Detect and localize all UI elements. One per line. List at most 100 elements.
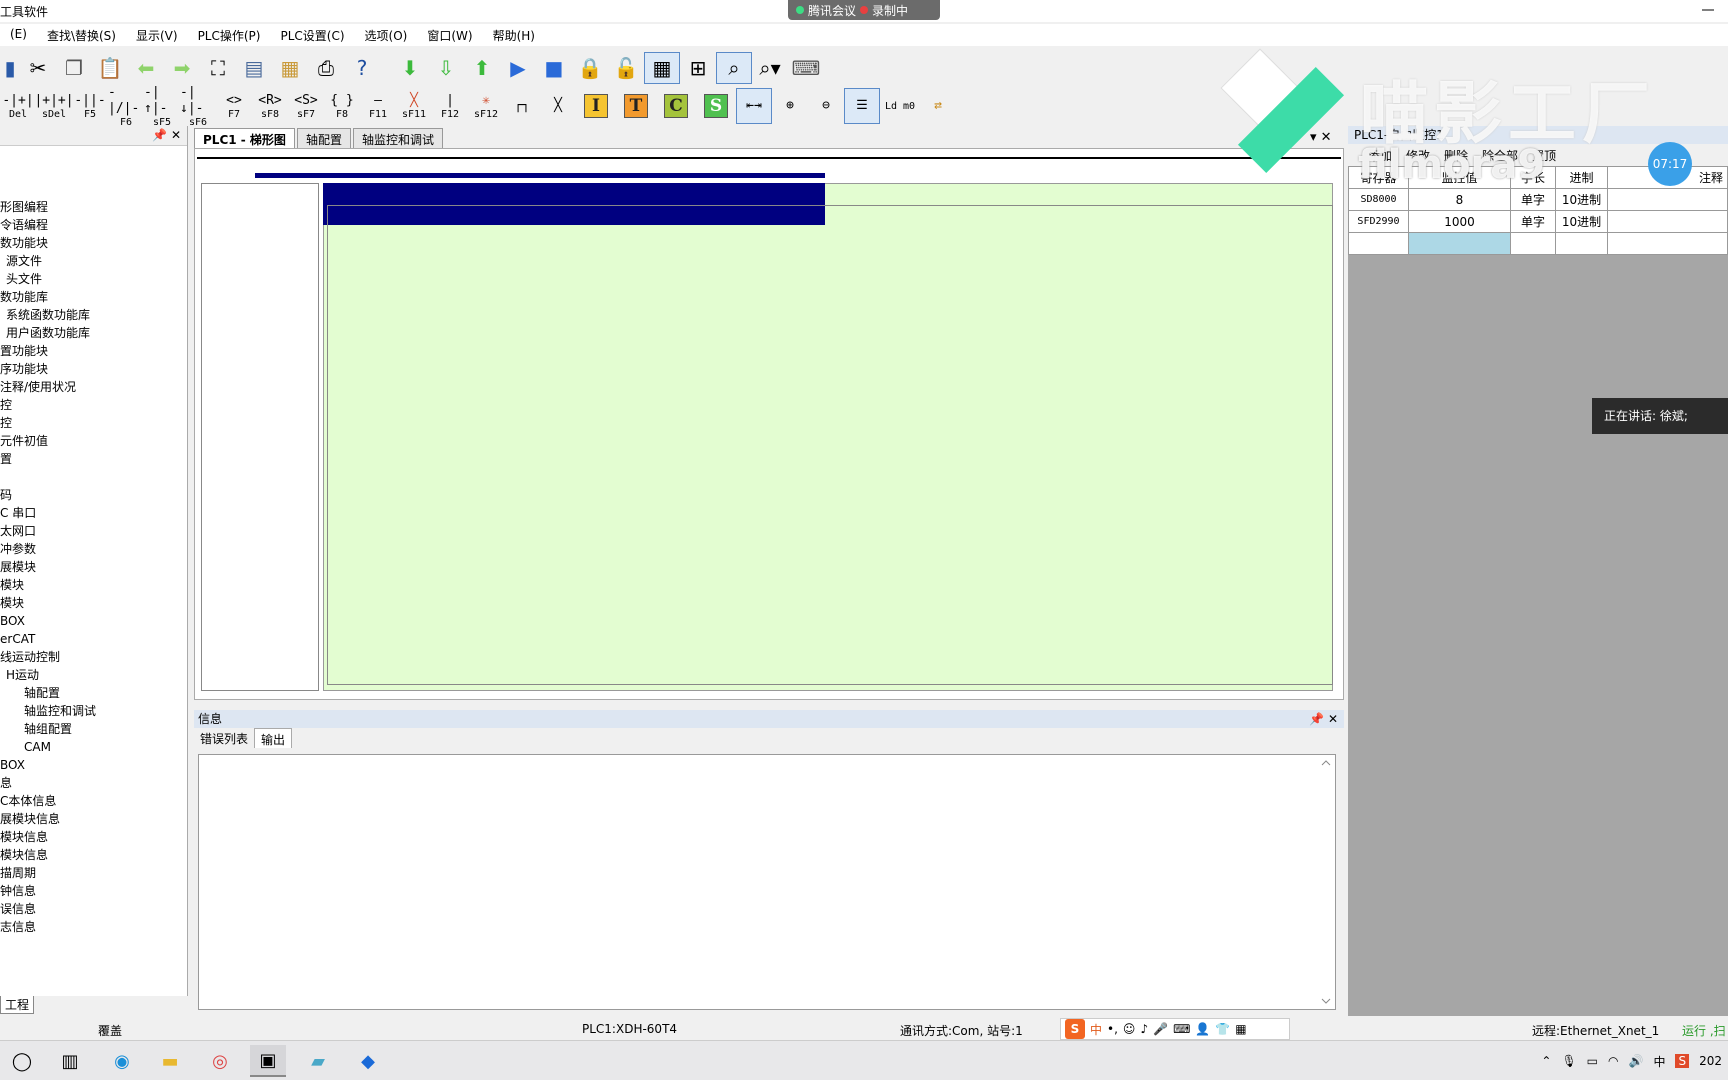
tree-item[interactable]: 轴监控和调试 xyxy=(0,702,96,720)
cell-register[interactable]: SD8000 xyxy=(1348,188,1409,211)
tree-item[interactable]: 轴配置 xyxy=(0,684,96,702)
convert-icon[interactable]: ⇄ xyxy=(920,88,956,124)
tree-item[interactable]: BOX xyxy=(0,756,96,774)
plc-app-icon[interactable]: ▣ xyxy=(250,1045,286,1077)
menu-plc-operation[interactable]: PLC操作(P) xyxy=(188,24,271,46)
tab-axis-config[interactable]: 轴配置 xyxy=(296,128,351,148)
tree-item[interactable]: 志信息 xyxy=(0,918,96,936)
ld-m0-icon[interactable]: Ld m0 xyxy=(880,88,920,124)
cell-base[interactable]: 10进制 xyxy=(1555,210,1608,233)
tree-item[interactable]: 描周期 xyxy=(0,864,96,882)
cell-note[interactable] xyxy=(1607,188,1728,211)
ladder-tool-f12[interactable]: | F12 xyxy=(432,88,468,124)
menu-window[interactable]: 窗口(W) xyxy=(417,24,482,46)
menu-find-replace[interactable]: 查找\替换(S) xyxy=(37,24,126,46)
document-icon[interactable]: ▦ xyxy=(272,52,308,84)
tree-item[interactable]: 展模块 xyxy=(0,558,96,576)
copy-icon[interactable]: ❐ xyxy=(56,52,92,84)
tree-item[interactable]: H运动 xyxy=(0,666,96,684)
window-controls[interactable] xyxy=(1688,0,1728,20)
output-scrollbar[interactable] xyxy=(1319,757,1333,1007)
instruction-i-button[interactable]: I xyxy=(576,88,616,124)
sogou-icon[interactable]: S xyxy=(1065,1019,1085,1039)
table-zoom-icon[interactable]: ⊞ xyxy=(680,52,716,84)
tree-item[interactable]: 轴组配置 xyxy=(0,720,96,738)
tab-axis-monitor[interactable]: 轴监控和调试 xyxy=(352,128,443,148)
meeting-app-icon[interactable]: ◆ xyxy=(350,1045,386,1077)
keyboard-icon[interactable]: ⌨ xyxy=(788,52,824,84)
zoom-out-icon[interactable]: ⊖ xyxy=(808,88,844,124)
cut-icon[interactable]: ✂ xyxy=(20,52,56,84)
ladder-tool-sf7[interactable]: <S> sF7 xyxy=(288,88,324,124)
tree-item[interactable]: 数功能库 xyxy=(0,288,96,306)
ladder-editor[interactable] xyxy=(194,148,1344,700)
zoom-in-icon[interactable]: ⊕ xyxy=(772,88,808,124)
edge-icon[interactable]: ◉ xyxy=(104,1045,140,1077)
ladder-tool-f6[interactable]: -|/|- F6 xyxy=(108,85,144,128)
tree-item[interactable]: 系统函数功能库 xyxy=(0,306,96,324)
tree-item[interactable]: 模块 xyxy=(0,594,96,612)
punctuation-icon[interactable]: •, xyxy=(1107,1022,1118,1036)
back-arrow-icon[interactable]: ⬅ xyxy=(128,52,164,84)
cell-base[interactable]: 10进制 xyxy=(1555,188,1608,211)
tree-item[interactable]: 展模块信息 xyxy=(0,810,96,828)
menu-help[interactable]: 帮助(H) xyxy=(483,24,545,46)
cell-register[interactable] xyxy=(1348,232,1409,255)
keyboard-icon[interactable]: ⌨ xyxy=(1173,1022,1190,1036)
run-icon[interactable]: ▶ xyxy=(500,52,536,84)
cell-value[interactable]: 1000 xyxy=(1408,210,1511,233)
sound-icon[interactable]: ♪ xyxy=(1140,1022,1148,1036)
tree-item[interactable]: C本体信息 xyxy=(0,792,96,810)
tree-item[interactable]: 用户函数功能库 xyxy=(0,324,96,342)
start-icon[interactable]: ◯ xyxy=(4,1045,40,1077)
print-icon[interactable]: ⎙ xyxy=(308,52,344,84)
task-view-icon[interactable]: ▥ xyxy=(52,1045,88,1077)
tree-item[interactable]: 数功能块 xyxy=(0,234,96,252)
binoculars-icon[interactable]: ⛶ xyxy=(200,52,236,84)
clock-year[interactable]: 202 xyxy=(1699,1054,1722,1068)
forward-arrow-icon[interactable]: ➡ xyxy=(164,52,200,84)
ladder-tool-sf11[interactable]: ╳ sF11 xyxy=(396,88,432,124)
tree-item[interactable]: 序功能块 xyxy=(0,360,96,378)
tree-item[interactable]: CAM xyxy=(0,738,96,756)
zoom-select-icon[interactable]: ⌕ xyxy=(716,52,752,84)
panel-controls[interactable]: 📌 ✕ xyxy=(152,128,181,142)
cell-note[interactable] xyxy=(1607,232,1728,255)
tree-item[interactable]: 钟信息 xyxy=(0,882,96,900)
menu-edit[interactable]: (E) xyxy=(0,24,37,46)
help-icon[interactable]: ? xyxy=(344,52,380,84)
ladder-tool-sf5[interactable]: -|↑|- sF5 xyxy=(144,85,180,128)
cell-value[interactable] xyxy=(1408,232,1511,255)
tree-item[interactable]: 置 xyxy=(0,450,96,468)
ladder-tool-sdel[interactable]: |+|+| sDel xyxy=(34,88,73,124)
instruction-s-button[interactable]: S xyxy=(696,88,736,124)
tab-ladder[interactable]: PLC1 - 梯形图 xyxy=(194,128,295,148)
menu-plc-settings[interactable]: PLC设置(C) xyxy=(270,24,354,46)
mic-tray-icon[interactable]: 🎙 xyxy=(1561,1054,1576,1068)
notes-icon[interactable]: ▰ xyxy=(300,1045,336,1077)
cell-size[interactable]: 单字 xyxy=(1510,210,1556,233)
instruction-c-button[interactable]: C xyxy=(656,88,696,124)
unlock-icon[interactable]: 🔓 xyxy=(608,52,644,84)
tree-item[interactable]: 模块信息 xyxy=(0,828,96,846)
insert-block-icon[interactable]: ⇤⇥ xyxy=(736,88,772,124)
tree-item[interactable]: 误信息 xyxy=(0,900,96,918)
output-area[interactable] xyxy=(198,754,1336,1010)
paste-icon[interactable]: 📋 xyxy=(92,52,128,84)
lock-icon[interactable]: 🔒 xyxy=(572,52,608,84)
skin-icon[interactable]: 👕 xyxy=(1215,1022,1230,1036)
tree-item[interactable]: 模块 xyxy=(0,576,96,594)
cell-note[interactable] xyxy=(1607,210,1728,233)
grid-icon[interactable]: ▦ xyxy=(1235,1022,1246,1036)
monitor-icon[interactable]: ▦ xyxy=(644,52,680,84)
tree-item[interactable]: 控 xyxy=(0,396,96,414)
tree-item[interactable]: 置功能块 xyxy=(0,342,96,360)
upload-icon[interactable]: ⬆ xyxy=(464,52,500,84)
cell-size[interactable] xyxy=(1510,232,1556,255)
ladder-tool-sf8[interactable]: <R> sF8 xyxy=(252,88,288,124)
ladder-tool-sf6[interactable]: -|↓|- sF6 xyxy=(180,85,216,128)
table-row[interactable]: SD8000 8 单字 10进制 xyxy=(1348,188,1728,211)
tree-item[interactable] xyxy=(0,468,96,486)
menu-options[interactable]: 选项(O) xyxy=(355,24,418,46)
ladder-tool-f11[interactable]: — F11 xyxy=(360,88,396,124)
